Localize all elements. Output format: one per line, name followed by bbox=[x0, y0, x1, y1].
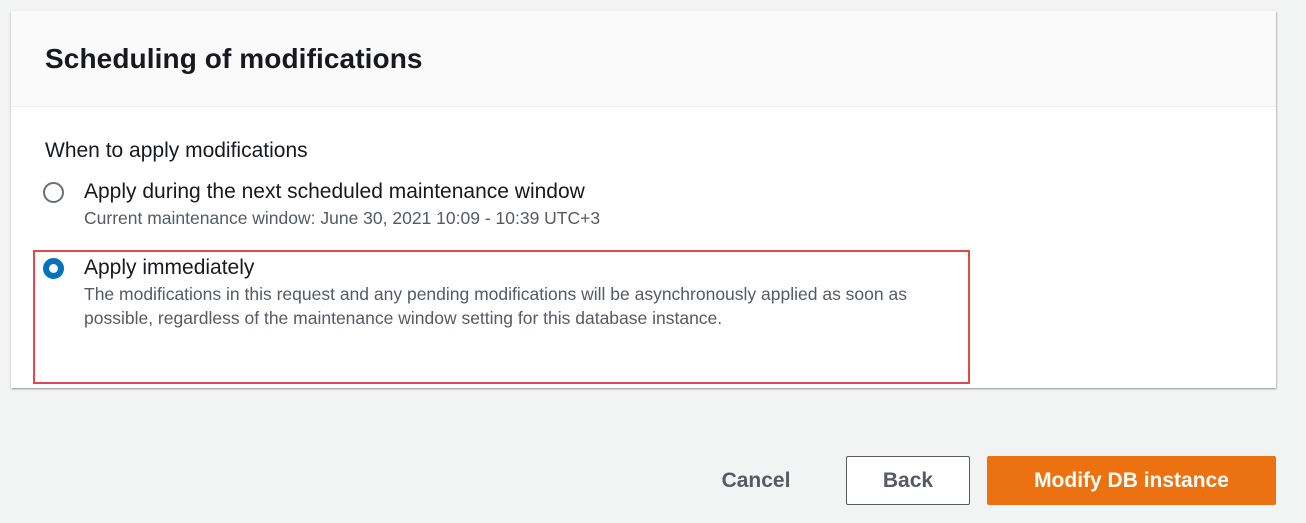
radio-label-apply-immediately: Apply immediately bbox=[84, 256, 255, 279]
scheduling-panel: Scheduling of modifications When to appl… bbox=[11, 11, 1276, 388]
radio-label-maintenance-window: Apply during the next scheduled maintena… bbox=[84, 180, 585, 203]
panel-title: Scheduling of modifications bbox=[45, 42, 423, 74]
radio-description-apply-immediately: The modifications in this request and an… bbox=[84, 284, 907, 328]
modify-db-instance-button[interactable]: Modify DB instance bbox=[987, 456, 1276, 505]
panel-header: Scheduling of modifications bbox=[11, 11, 1276, 107]
when-to-apply-label: When to apply modifications bbox=[45, 139, 308, 162]
radio-option-apply-immediately[interactable]: Apply immediately The modifications in t… bbox=[43, 255, 924, 330]
radio-option-maintenance-window[interactable]: Apply during the next scheduled maintena… bbox=[43, 179, 600, 230]
radio-unchecked-icon[interactable] bbox=[43, 182, 64, 203]
radio-description-maintenance-window: Current maintenance window: June 30, 202… bbox=[84, 208, 601, 228]
cancel-button[interactable]: Cancel bbox=[700, 456, 812, 505]
radio-checked-icon[interactable] bbox=[43, 258, 64, 279]
back-button[interactable]: Back bbox=[846, 456, 970, 505]
